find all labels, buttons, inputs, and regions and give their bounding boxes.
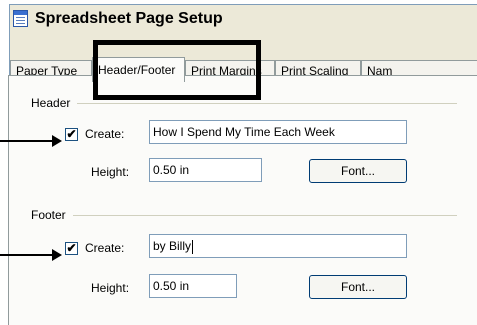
footer-height-label: Height: [91, 281, 130, 295]
footer-font-button[interactable]: Font... [309, 275, 407, 299]
footer-create-checkbox[interactable]: ✔ [65, 242, 78, 255]
header-callout-arrow-line [0, 140, 54, 142]
spreadsheet-icon [13, 10, 28, 27]
header-font-button[interactable]: Font... [309, 159, 407, 183]
header-group-divider [77, 103, 457, 104]
header-height-input[interactable]: 0.50 in [149, 158, 262, 182]
header-height-label: Height: [91, 165, 130, 179]
footer-text-input[interactable]: by Billy [149, 234, 407, 258]
header-text-input[interactable]: How I Spend My Time Each Week [149, 120, 407, 144]
footer-group-divider [73, 215, 457, 216]
header-footer-panel: Header ✔ Create: How I Spend My Time Eac… [8, 75, 477, 325]
footer-callout-arrow-head [52, 249, 62, 261]
footer-group-label: Footer [31, 208, 66, 222]
window-title: Spreadsheet Page Setup [35, 10, 223, 27]
text-cursor [192, 239, 194, 254]
header-callout-arrow-head [52, 135, 62, 147]
header-create-checkbox[interactable]: ✔ [65, 128, 78, 141]
title-bar: Spreadsheet Page Setup [10, 5, 477, 35]
footer-callout-arrow-line [0, 254, 54, 256]
footer-create-label: Create: [85, 241, 125, 255]
footer-height-input[interactable]: 0.50 in [149, 274, 237, 298]
header-create-label: Create: [85, 127, 125, 141]
footer-text-value: by Billy [153, 239, 192, 253]
header-group-label: Header [31, 96, 71, 110]
tab-header-footer[interactable]: Header/Footer [92, 57, 185, 82]
